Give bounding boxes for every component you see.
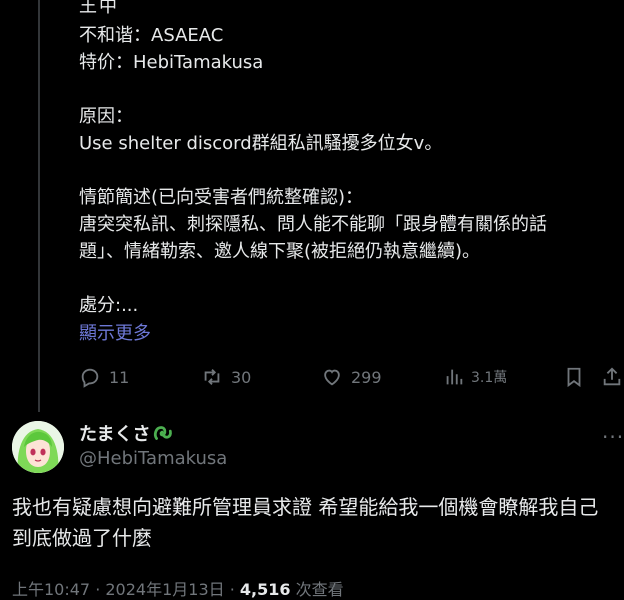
tweet-line: 不和谐：ASAEAC <box>79 25 224 46</box>
more-icon[interactable]: ··· <box>602 425 624 449</box>
like-count: 299 <box>351 367 382 387</box>
reply-count: 11 <box>109 367 130 387</box>
tweet-action-bar: 11 30 299 3.1萬 <box>79 362 624 392</box>
tweet-line: 情節簡述(已向受害者們統整確認)： <box>79 187 364 208</box>
retweet-icon <box>204 369 220 385</box>
share-icon <box>603 367 621 386</box>
thread-connector-line <box>38 0 40 412</box>
timestamp-date[interactable]: 上午10:47 · 2024年1月13日 · <box>12 580 240 599</box>
tweet-timestamp: 上午10:47 · 2024年1月13日 · 4,516 次查看 <box>12 576 344 600</box>
tweet-line: 題」、情緒勒索、邀人線下聚(被拒絕仍執意繼續)。 <box>79 241 481 262</box>
tweet-line: 原因： <box>79 106 133 127</box>
tweet-line: Use shelter discord群組私訊騷擾多位女v。 <box>79 133 443 154</box>
reply-icon <box>81 368 99 388</box>
tweet-line: 唐突突私訊、刺探隱私、問人能不能聊「跟身體有關係的話 <box>79 214 547 235</box>
like-button[interactable]: 299 <box>321 362 382 392</box>
green-snake-emoji <box>154 426 173 440</box>
user-display-name-row[interactable]: たまくさ <box>79 420 174 446</box>
quoted-tweet-body: 不和谐：ASAEAC 特价：HebiTamakusa 原因： Use shelt… <box>79 22 609 319</box>
views-button[interactable]: 3.1萬 <box>443 362 507 392</box>
avatar[interactable] <box>12 421 64 473</box>
avatar-illustration <box>12 421 64 473</box>
views-icon <box>446 369 463 385</box>
user-display-name: たまくさ <box>79 424 151 445</box>
like-icon <box>324 369 340 386</box>
reply-tweet-text: 我也有疑慮想向避難所管理員求證 希望能給我一個機會瞭解我自己到底做過了什麼 <box>12 495 599 550</box>
show-more-link[interactable]: 顯示更多 <box>79 320 151 347</box>
tweet-line: 處分:... <box>79 295 139 316</box>
tweet-line: 特价：HebiTamakusa <box>79 52 264 73</box>
bookmark-icon <box>567 367 581 388</box>
share-button[interactable] <box>601 362 623 392</box>
cut-off-text: 王中 <box>79 0 119 17</box>
reply-button[interactable]: 11 <box>79 362 129 392</box>
view-count-label: 次查看 <box>290 580 344 599</box>
bookmark-button[interactable] <box>563 362 585 392</box>
user-handle[interactable]: @HebiTamakusa <box>79 448 227 469</box>
retweet-count: 30 <box>231 367 252 387</box>
view-count-number: 4,516 <box>239 580 291 599</box>
views-count: 3.1萬 <box>471 370 508 386</box>
retweet-button[interactable]: 30 <box>201 362 251 392</box>
